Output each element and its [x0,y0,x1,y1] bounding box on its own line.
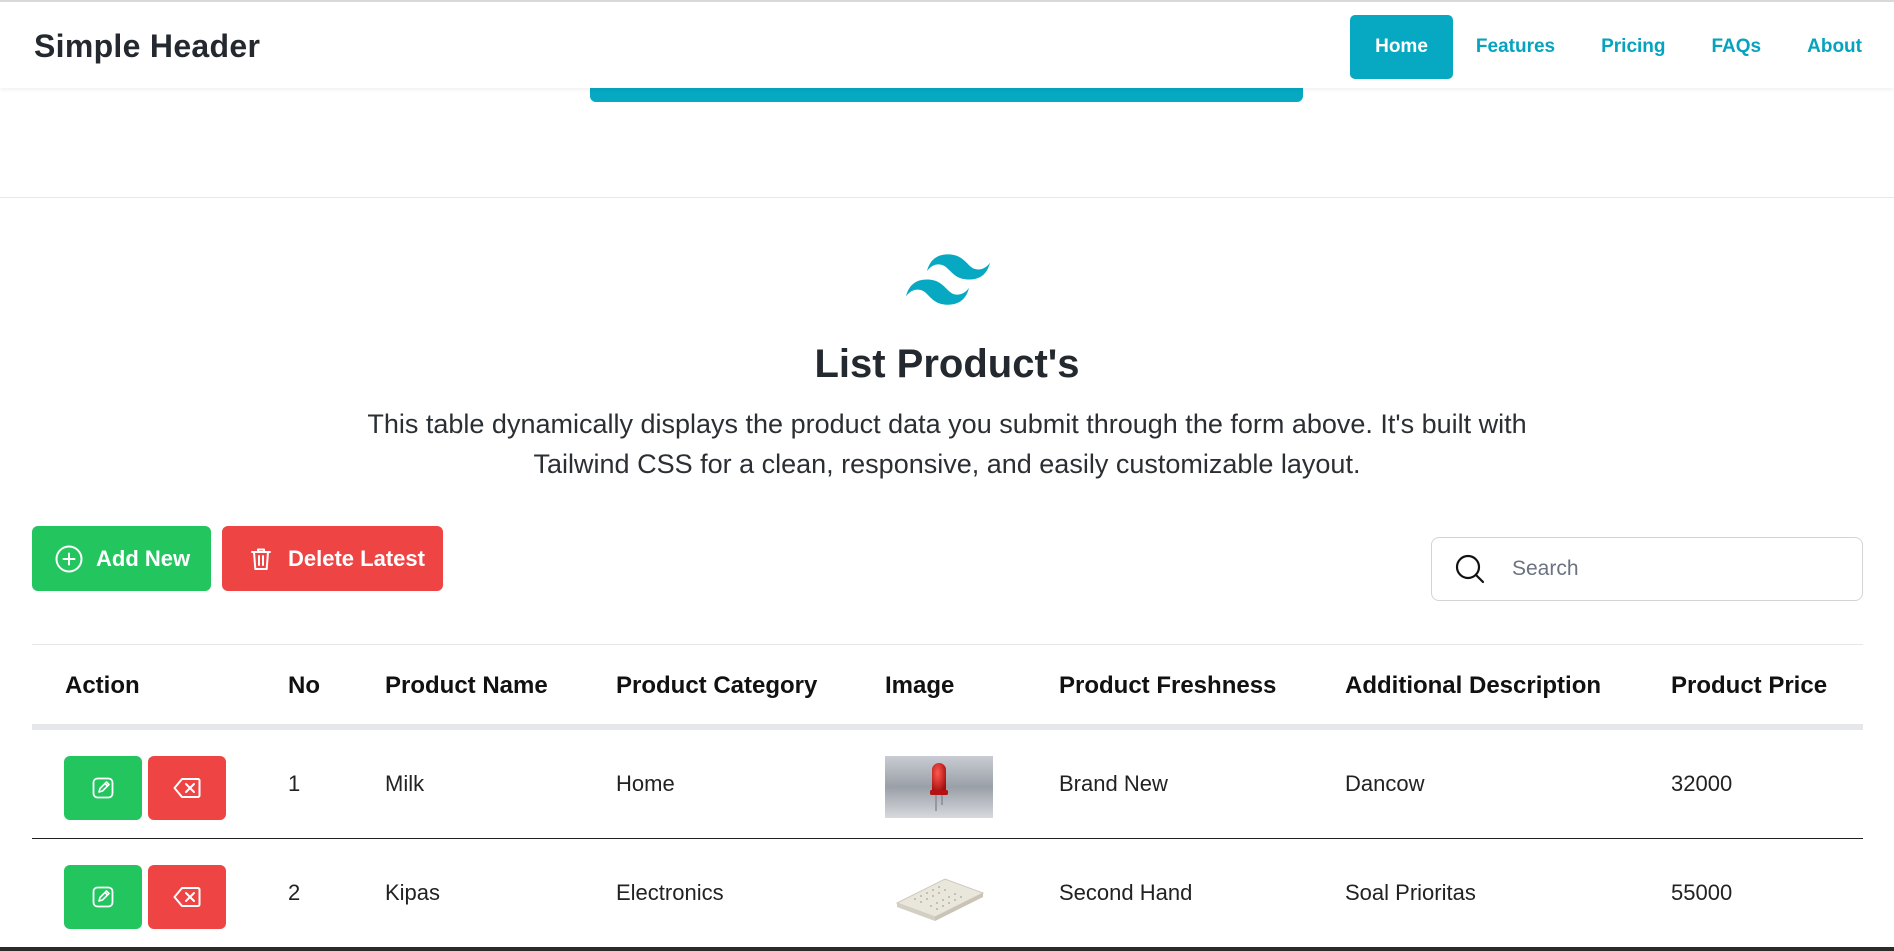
cell-product-name: Kipas [385,880,441,905]
cell-no: 2 [288,880,301,905]
search-icon [1454,553,1486,585]
remove-button[interactable] [148,865,226,929]
search-box [1431,537,1863,601]
section-divider [0,197,1894,198]
brand-title: Simple Header [34,28,261,64]
description-line: Tailwind CSS for a clean, responsive, an… [533,449,1361,479]
cell-product-category: Home [616,771,675,796]
edit-icon [92,886,114,908]
nav-home[interactable]: Home [1350,15,1453,79]
cell-product-price: 55000 [1671,880,1733,905]
header-additional-description: Additional Description [1345,672,1602,699]
header-product-name: Product Name [385,672,548,699]
header-no: No [288,672,320,699]
cell-product-freshness: Brand New [1059,771,1168,796]
edit-button[interactable] [64,865,142,929]
header-product-category: Product Category [616,672,818,699]
header-product-price: Product Price [1671,672,1828,699]
breadboard-image [885,865,993,927]
header-product-freshness: Product Freshness [1059,672,1277,699]
search-input[interactable] [1512,557,1832,581]
cell-product-name: Milk [385,771,425,796]
table-row: 2 Kipas Electronics Second Hand Soal Pri… [32,839,1863,948]
table-header: Action No Product Name Product Category … [32,644,1863,730]
product-table: Action No Product Name Product Category … [32,644,1863,948]
cell-no: 1 [288,771,301,796]
add-new-label: Add New [96,545,191,571]
backspace-x-icon [173,887,201,907]
cell-product-category: Electronics [616,880,724,905]
window-bottom-edge [0,947,1894,951]
plus-circle-icon [54,544,84,574]
red-led-image [885,756,993,818]
cell-product-price: 32000 [1671,771,1733,796]
table-row: 1 Milk Home Brand New Dancow 32000 [32,730,1863,839]
tailwind-logo-icon [906,254,990,305]
cell-additional-description: Soal Prioritas [1345,880,1476,905]
nav-features[interactable]: Features [1453,15,1578,79]
edit-button[interactable] [64,756,142,820]
header-action: Action [65,672,140,699]
cell-product-freshness: Second Hand [1059,880,1193,905]
cell-additional-description: Dancow [1345,771,1425,796]
edit-icon [92,777,114,799]
nav-about[interactable]: About [1784,15,1894,79]
trash-icon [246,544,276,574]
backspace-x-icon [173,778,201,798]
add-new-button[interactable]: Add New [32,526,211,591]
section-title: List Product's [814,342,1080,386]
section-description: This table dynamically displays the prod… [347,404,1547,484]
remove-button[interactable] [148,756,226,820]
description-line: This table dynamically displays the prod… [367,409,1527,439]
delete-latest-label: Delete Latest [288,545,425,571]
nav-pricing[interactable]: Pricing [1578,15,1688,79]
site-header: Simple Header Home Features Pricing FAQs… [0,0,1894,88]
delete-latest-button[interactable]: Delete Latest [222,526,443,591]
header-image: Image [885,672,955,699]
main-nav: Home Features Pricing FAQs About [1350,15,1894,79]
nav-faqs[interactable]: FAQs [1689,15,1785,79]
